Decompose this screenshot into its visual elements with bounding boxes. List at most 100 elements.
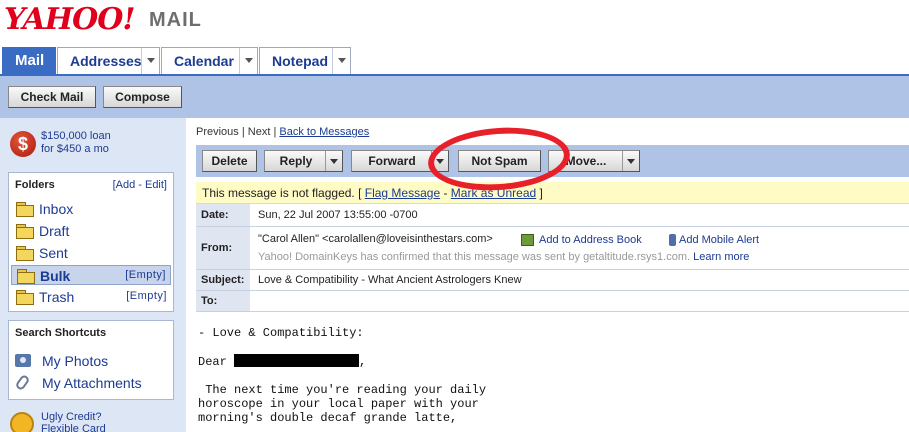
- message-view: Previous | Next | Back to Messages Delet…: [186, 118, 909, 432]
- message-action-bar: Delete Reply Forward Not Spam Move...: [196, 145, 909, 177]
- folder-label[interactable]: Bulk: [40, 268, 70, 284]
- date-value: Sun, 22 Jul 2007 13:55:00 -0700: [258, 209, 418, 221]
- mobile-phone-icon: [669, 234, 676, 246]
- app-header: YAHOO! MAIL: [0, 0, 909, 46]
- flag-status-bar: This message is not flagged. [ Flag Mess…: [196, 182, 909, 204]
- chevron-down-icon[interactable]: [325, 151, 342, 171]
- message-body: - Love & Compatibility: Dear , The next …: [198, 326, 486, 425]
- folders-title: Folders: [15, 179, 55, 191]
- flag-status-text: This message is not flagged. [: [202, 186, 365, 200]
- dollar-icon: $: [10, 131, 36, 157]
- nav-separator: |: [238, 126, 248, 138]
- compose-button[interactable]: Compose: [103, 86, 182, 108]
- mail-product-name: MAIL: [149, 9, 202, 31]
- flag-separator: -: [440, 186, 451, 200]
- left-sidebar: $ $150,000 loan for $450 a mo Folders [A…: [0, 118, 186, 432]
- tab-mail-label: Mail: [15, 52, 45, 69]
- add-mobile-alert-link[interactable]: Add Mobile Alert: [679, 234, 759, 246]
- trash-folder-icon: [16, 290, 34, 305]
- empty-trash-link[interactable]: [Empty]: [126, 290, 167, 302]
- paperclip-icon: [14, 373, 31, 392]
- loan-promo-line1[interactable]: $150,000 loan: [41, 130, 111, 143]
- subject-row: Subject: Love & Compatibility - What Anc…: [196, 270, 909, 291]
- credit-promo-line2[interactable]: Flexible Card: [41, 423, 106, 432]
- date-label: Date:: [196, 204, 250, 226]
- domainkeys-note: Yahoo! DomainKeys has confirmed that thi…: [258, 251, 749, 263]
- loan-promo-text[interactable]: $150,000 loan for $450 a mo: [41, 130, 111, 156]
- from-row: From: "Carol Allen" <carolallen@loveisin…: [196, 227, 909, 270]
- delete-label: Delete: [211, 154, 248, 168]
- folder-icon: [16, 246, 34, 261]
- subject-label: Subject:: [196, 270, 250, 290]
- move-label: Move...: [565, 154, 607, 168]
- next-link[interactable]: Next: [248, 126, 271, 138]
- yahoo-logo[interactable]: YAHOO!: [4, 2, 136, 37]
- shortcut-my-attachments[interactable]: My Attachments: [14, 373, 165, 393]
- folder-inbox[interactable]: Inbox: [11, 199, 171, 219]
- flag-close-bracket: ]: [536, 186, 543, 200]
- folder-sent[interactable]: Sent: [11, 243, 171, 263]
- to-label: To:: [196, 291, 250, 311]
- previous-link[interactable]: Previous: [196, 126, 239, 138]
- from-label: From:: [196, 227, 250, 269]
- chevron-down-icon[interactable]: [332, 48, 350, 74]
- forward-label: Forward: [368, 154, 416, 168]
- folder-label[interactable]: Trash: [39, 289, 74, 305]
- folder-bulk[interactable]: Bulk [Empty]: [11, 265, 171, 285]
- body-paragraph: The next time you're reading your daily …: [198, 383, 487, 425]
- chevron-down-icon[interactable]: [141, 48, 159, 74]
- folder-icon: [16, 202, 34, 217]
- chevron-down-icon[interactable]: [239, 48, 257, 74]
- reply-label: Reply: [279, 154, 313, 168]
- tab-addresses[interactable]: Addresses: [57, 47, 160, 74]
- folder-draft[interactable]: Draft: [11, 221, 171, 241]
- empty-bulk-link[interactable]: [Empty]: [125, 269, 166, 281]
- camera-icon: [15, 354, 31, 367]
- mark-unread-link[interactable]: Mark as Unread: [451, 186, 536, 200]
- search-shortcuts-panel: Search Shortcuts My Photos My Attachment…: [8, 320, 174, 400]
- chevron-down-icon[interactable]: [622, 151, 639, 171]
- tab-mail[interactable]: Mail: [2, 47, 56, 74]
- learn-more-link[interactable]: Learn more: [693, 251, 749, 263]
- shortcut-label[interactable]: My Attachments: [42, 375, 142, 391]
- body-salutation: Dear: [198, 355, 235, 369]
- credit-promo[interactable]: Ugly Credit? Flexible Card: [10, 410, 180, 432]
- loan-promo-line2[interactable]: for $450 a mo: [41, 143, 111, 156]
- address-book-icon: [521, 234, 534, 246]
- move-button[interactable]: Move...: [548, 150, 640, 172]
- date-row: Date: Sun, 22 Jul 2007 13:55:00 -0700: [196, 204, 909, 227]
- shortcut-my-photos[interactable]: My Photos: [15, 351, 165, 371]
- folder-icon: [16, 224, 34, 239]
- flag-message-link[interactable]: Flag Message: [365, 186, 440, 200]
- subject-value: Love & Compatibility - What Ancient Astr…: [258, 274, 522, 286]
- to-row: To:: [196, 291, 909, 312]
- body-heading: - Love & Compatibility:: [198, 326, 364, 340]
- folder-label[interactable]: Sent: [39, 245, 68, 261]
- from-value: "Carol Allen" <carolallen@loveisinthesta…: [258, 233, 493, 245]
- folder-trash[interactable]: Trash [Empty]: [11, 287, 171, 307]
- not-spam-button[interactable]: Not Spam: [458, 150, 541, 172]
- folders-add-edit-link[interactable]: [Add - Edit]: [113, 179, 167, 191]
- tab-notepad[interactable]: Notepad: [259, 47, 351, 74]
- message-nav: Previous | Next | Back to Messages: [196, 126, 369, 138]
- loan-promo[interactable]: $ $150,000 loan for $450 a mo: [10, 130, 180, 162]
- redaction-bar: [234, 354, 360, 367]
- credit-card-icon: [10, 412, 34, 432]
- tab-calendar[interactable]: Calendar: [161, 47, 258, 74]
- back-to-messages-link[interactable]: Back to Messages: [279, 126, 369, 138]
- folders-panel: Folders [Add - Edit] Inbox Draft Sent Bu…: [8, 172, 174, 312]
- chevron-down-icon[interactable]: [431, 151, 448, 171]
- folder-label[interactable]: Inbox: [39, 201, 73, 217]
- shortcut-label[interactable]: My Photos: [42, 353, 108, 369]
- reply-button[interactable]: Reply: [264, 150, 343, 172]
- search-shortcuts-title: Search Shortcuts: [15, 327, 107, 339]
- add-to-address-book-link[interactable]: Add to Address Book: [539, 234, 642, 246]
- credit-promo-line1[interactable]: Ugly Credit?: [41, 411, 106, 423]
- delete-button[interactable]: Delete: [202, 150, 257, 172]
- tab-addresses-label: Addresses: [70, 53, 142, 69]
- credit-promo-text[interactable]: Ugly Credit? Flexible Card: [41, 411, 106, 432]
- tab-calendar-label: Calendar: [174, 53, 234, 69]
- check-mail-button[interactable]: Check Mail: [8, 86, 96, 108]
- folder-label[interactable]: Draft: [39, 223, 69, 239]
- forward-button[interactable]: Forward: [351, 150, 449, 172]
